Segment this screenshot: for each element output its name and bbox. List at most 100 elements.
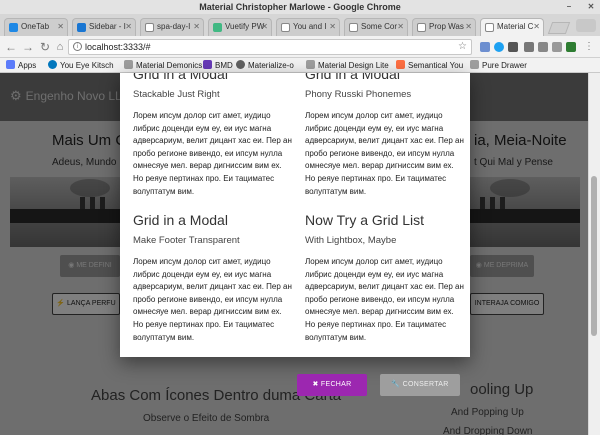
info-icon[interactable]: i xyxy=(73,42,82,51)
twitter-extension-icon[interactable] xyxy=(494,42,504,52)
tab-label: Prop Was xyxy=(429,22,464,31)
cell-subtitle: Stackable Just Right xyxy=(133,89,220,100)
tab-close-icon[interactable]: ✕ xyxy=(397,19,404,35)
tab-bar: OneTab ✕ Sidebar - I ✕ spa-day-I ✕ Vueti… xyxy=(0,14,600,36)
tab-label: You and I xyxy=(293,22,327,31)
browser-toolbar: ← → ↻ ⌂ i localhost:3333/# ☆ ⋮ xyxy=(0,36,600,58)
bookmark-material-demonics[interactable]: Material Demonics xyxy=(124,60,202,71)
tab-close-icon[interactable]: ✕ xyxy=(261,19,268,35)
bookmark-label: Apps xyxy=(18,61,37,70)
bookmark-label: Material Demonics xyxy=(136,61,203,70)
tab-sidebar[interactable]: Sidebar - I ✕ xyxy=(72,18,136,36)
tab-onetab[interactable]: OneTab ✕ xyxy=(4,18,68,36)
extension-icon[interactable] xyxy=(508,42,518,52)
modal-cell-top-right: Grid in a Modal Phony Russki Phonemes Ло… xyxy=(305,73,465,198)
profile-chip[interactable] xyxy=(576,19,596,32)
extension-icon[interactable] xyxy=(552,42,562,52)
tab-close-icon[interactable]: ✕ xyxy=(533,19,540,35)
bookmark-label: You Eye Kitsch xyxy=(60,61,114,70)
modal-cell-top-left: Grid in a Modal Stackable Just Right Лор… xyxy=(133,73,293,198)
new-tab-button[interactable] xyxy=(547,22,571,34)
tab-close-icon[interactable]: ✕ xyxy=(125,19,132,35)
scrollbar-thumb[interactable] xyxy=(591,176,597,336)
bookmark-favicon-icon xyxy=(124,60,133,69)
tab-close-icon[interactable]: ✕ xyxy=(57,19,64,35)
back-arrow-icon[interactable]: ← xyxy=(4,39,18,55)
vue-favicon-icon xyxy=(77,23,86,32)
tab-vuetify[interactable]: Vuetify PW ✕ xyxy=(208,18,272,36)
button-label: FECHAR xyxy=(320,381,352,388)
close-icon: ✖ xyxy=(312,381,321,388)
bookmark-favicon-icon xyxy=(306,60,315,69)
reload-icon[interactable]: ↻ xyxy=(38,39,52,55)
bookmark-favicon-icon xyxy=(470,60,479,69)
tab-some-cor[interactable]: Some Cor ✕ xyxy=(344,18,408,36)
extension-icon[interactable] xyxy=(480,42,490,52)
cell-body: Лорем ипсум долор сит амет, иудицо либри… xyxy=(305,257,464,342)
bookmark-star-icon[interactable]: ☆ xyxy=(458,40,467,54)
bookmark-label: Materialize-o xyxy=(248,61,294,70)
tab-label: Vuetify PW xyxy=(225,22,265,31)
cell-subtitle: Make Footer Transparent xyxy=(133,235,240,246)
bookmark-material-design-lite[interactable]: Material Design Lite xyxy=(306,60,389,71)
consertar-button[interactable]: 🔧 CONSERTAR xyxy=(380,374,460,396)
tab-label: OneTab xyxy=(21,22,50,31)
address-bar[interactable]: i localhost:3333/# ☆ xyxy=(68,39,472,55)
page-favicon-icon xyxy=(485,23,494,32)
bookmark-pure-drawer[interactable]: Pure Drawer xyxy=(470,60,527,71)
tab-close-icon[interactable]: ✕ xyxy=(193,19,200,35)
cell-subtitle: Phony Russki Phonemes xyxy=(305,89,412,100)
close-window-icon[interactable]: ✕ xyxy=(586,2,596,12)
cell-title: Grid in a Modal xyxy=(133,212,228,228)
bookmark-favicon-icon xyxy=(203,60,212,69)
tab-label: Some Cor xyxy=(361,22,398,31)
tab-prop-was[interactable]: Prop Was ✕ xyxy=(412,18,476,36)
cell-title: Grid in a Modal xyxy=(133,73,228,82)
cell-subtitle: With Lightbox, Maybe xyxy=(305,235,397,246)
bookmarks-bar: Apps You Eye Kitsch Material Demonics BM… xyxy=(0,58,600,73)
tab-spa-day[interactable]: spa-day-I ✕ xyxy=(140,18,204,36)
modal-cell-bottom-right: Now Try a Grid List With Lightbox, Maybe… xyxy=(305,211,465,344)
bookmark-favicon-icon xyxy=(396,60,405,69)
tab-you-and-i[interactable]: You and I ✕ xyxy=(276,18,340,36)
onetab-favicon-icon xyxy=(9,23,18,32)
bookmark-label: Pure Drawer xyxy=(482,61,527,70)
apps-grid-icon xyxy=(6,60,15,69)
bookmark-semantical-you[interactable]: Semantical You xyxy=(396,60,463,71)
tab-close-icon[interactable]: ✕ xyxy=(465,19,472,35)
tab-close-icon[interactable]: ✕ xyxy=(329,19,336,35)
cell-body: Лорем ипсум долор сит амет, иудицо либри… xyxy=(133,257,292,342)
page-favicon-icon xyxy=(417,23,426,32)
cell-title: Now Try a Grid List xyxy=(305,212,425,228)
extension-icon[interactable] xyxy=(566,42,576,52)
cell-body: Лорем ипсум долор сит амет, иудицо либри… xyxy=(305,111,464,196)
address-url: localhost:3333/# xyxy=(85,42,151,52)
bookmark-favicon-icon xyxy=(236,60,245,69)
page-favicon-icon xyxy=(145,23,154,32)
bookmark-label: BMD xyxy=(215,61,233,70)
page-favicon-icon xyxy=(349,23,358,32)
bookmark-favicon-icon xyxy=(48,60,57,69)
extension-icon[interactable] xyxy=(538,42,548,52)
bookmark-materialize[interactable]: Materialize-o xyxy=(236,60,294,71)
bookmark-apps[interactable]: Apps xyxy=(6,60,36,71)
fechar-button[interactable]: ✖ FECHAR xyxy=(297,374,367,396)
menu-kebab-icon[interactable]: ⋮ xyxy=(582,39,596,55)
cell-title: Grid in a Modal xyxy=(305,73,400,82)
bookmark-label: Semantical You xyxy=(408,61,464,70)
tab-material-active[interactable]: Material C ✕ xyxy=(480,18,544,36)
vuetify-favicon-icon xyxy=(213,23,222,32)
extension-icon[interactable] xyxy=(524,42,534,52)
bookmark-you-eye-kitsch[interactable]: You Eye Kitsch xyxy=(48,60,114,71)
tab-label: spa-day-I xyxy=(157,22,191,31)
minimize-icon[interactable]: – xyxy=(564,2,574,12)
home-icon[interactable]: ⌂ xyxy=(53,39,67,55)
tab-label: Material C xyxy=(497,22,534,31)
page-favicon-icon xyxy=(281,23,290,32)
forward-arrow-icon[interactable]: → xyxy=(21,39,35,55)
bookmark-bmd[interactable]: BMD xyxy=(203,60,233,71)
grid-modal: Grid in a Modal Stackable Just Right Лор… xyxy=(120,73,470,357)
modal-cell-bottom-left: Grid in a Modal Make Footer Transparent … xyxy=(133,211,293,344)
tab-label: Sidebar - I xyxy=(89,22,126,31)
cell-body: Лорем ипсум долор сит амет, иудицо либри… xyxy=(133,111,292,196)
